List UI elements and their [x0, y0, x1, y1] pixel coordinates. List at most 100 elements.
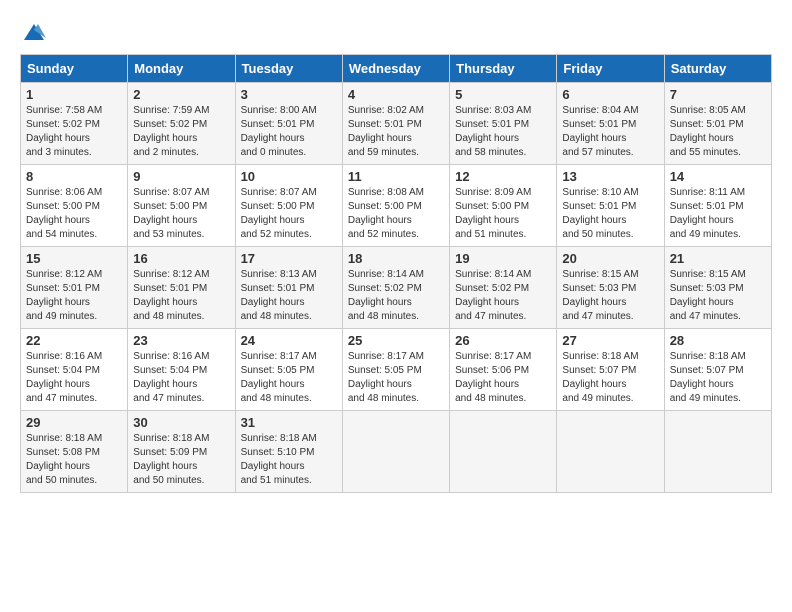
day-info: Sunrise: 8:04 AMSunset: 5:01 PMDaylight … — [562, 104, 658, 160]
day-number: 30 — [133, 415, 229, 430]
calendar-week-row: 15 Sunrise: 8:12 AMSunset: 5:01 PMDaylig… — [21, 247, 772, 329]
calendar-cell: 1 Sunrise: 7:58 AMSunset: 5:02 PMDayligh… — [21, 83, 128, 165]
calendar-cell: 26 Sunrise: 8:17 AMSunset: 5:06 PMDaylig… — [450, 329, 557, 411]
calendar-cell: 7 Sunrise: 8:05 AMSunset: 5:01 PMDayligh… — [664, 83, 771, 165]
day-number: 4 — [348, 87, 444, 102]
day-info: Sunrise: 8:16 AMSunset: 5:04 PMDaylight … — [26, 350, 122, 406]
day-number: 2 — [133, 87, 229, 102]
calendar-cell — [557, 411, 664, 493]
day-info: Sunrise: 8:09 AMSunset: 5:00 PMDaylight … — [455, 186, 551, 242]
day-number: 19 — [455, 251, 551, 266]
calendar-cell: 9 Sunrise: 8:07 AMSunset: 5:00 PMDayligh… — [128, 165, 235, 247]
day-info: Sunrise: 8:16 AMSunset: 5:04 PMDaylight … — [133, 350, 229, 406]
day-number: 24 — [241, 333, 337, 348]
day-number: 9 — [133, 169, 229, 184]
calendar-cell: 17 Sunrise: 8:13 AMSunset: 5:01 PMDaylig… — [235, 247, 342, 329]
day-info: Sunrise: 8:11 AMSunset: 5:01 PMDaylight … — [670, 186, 766, 242]
calendar-cell: 19 Sunrise: 8:14 AMSunset: 5:02 PMDaylig… — [450, 247, 557, 329]
day-info: Sunrise: 8:12 AMSunset: 5:01 PMDaylight … — [26, 268, 122, 324]
day-info: Sunrise: 8:14 AMSunset: 5:02 PMDaylight … — [455, 268, 551, 324]
day-number: 8 — [26, 169, 122, 184]
calendar-week-row: 1 Sunrise: 7:58 AMSunset: 5:02 PMDayligh… — [21, 83, 772, 165]
calendar-cell: 15 Sunrise: 8:12 AMSunset: 5:01 PMDaylig… — [21, 247, 128, 329]
day-number: 5 — [455, 87, 551, 102]
day-info: Sunrise: 7:59 AMSunset: 5:02 PMDaylight … — [133, 104, 229, 160]
calendar-cell: 24 Sunrise: 8:17 AMSunset: 5:05 PMDaylig… — [235, 329, 342, 411]
col-header-monday: Monday — [128, 55, 235, 83]
calendar-cell: 29 Sunrise: 8:18 AMSunset: 5:08 PMDaylig… — [21, 411, 128, 493]
day-info: Sunrise: 8:18 AMSunset: 5:07 PMDaylight … — [670, 350, 766, 406]
calendar-cell: 8 Sunrise: 8:06 AMSunset: 5:00 PMDayligh… — [21, 165, 128, 247]
day-number: 26 — [455, 333, 551, 348]
calendar-cell: 25 Sunrise: 8:17 AMSunset: 5:05 PMDaylig… — [342, 329, 449, 411]
day-number: 31 — [241, 415, 337, 430]
calendar-cell: 13 Sunrise: 8:10 AMSunset: 5:01 PMDaylig… — [557, 165, 664, 247]
day-info: Sunrise: 8:02 AMSunset: 5:01 PMDaylight … — [348, 104, 444, 160]
day-number: 10 — [241, 169, 337, 184]
day-number: 23 — [133, 333, 229, 348]
day-number: 16 — [133, 251, 229, 266]
calendar-cell: 18 Sunrise: 8:14 AMSunset: 5:02 PMDaylig… — [342, 247, 449, 329]
calendar-cell: 21 Sunrise: 8:15 AMSunset: 5:03 PMDaylig… — [664, 247, 771, 329]
day-info: Sunrise: 8:08 AMSunset: 5:00 PMDaylight … — [348, 186, 444, 242]
day-number: 11 — [348, 169, 444, 184]
col-header-wednesday: Wednesday — [342, 55, 449, 83]
day-info: Sunrise: 8:17 AMSunset: 5:05 PMDaylight … — [348, 350, 444, 406]
day-number: 7 — [670, 87, 766, 102]
calendar-cell — [342, 411, 449, 493]
col-header-sunday: Sunday — [21, 55, 128, 83]
calendar-cell: 20 Sunrise: 8:15 AMSunset: 5:03 PMDaylig… — [557, 247, 664, 329]
day-info: Sunrise: 8:15 AMSunset: 5:03 PMDaylight … — [562, 268, 658, 324]
day-info: Sunrise: 8:03 AMSunset: 5:01 PMDaylight … — [455, 104, 551, 160]
day-number: 22 — [26, 333, 122, 348]
day-info: Sunrise: 8:06 AMSunset: 5:00 PMDaylight … — [26, 186, 122, 242]
day-info: Sunrise: 8:10 AMSunset: 5:01 PMDaylight … — [562, 186, 658, 242]
calendar-cell: 5 Sunrise: 8:03 AMSunset: 5:01 PMDayligh… — [450, 83, 557, 165]
day-number: 18 — [348, 251, 444, 266]
day-info: Sunrise: 8:05 AMSunset: 5:01 PMDaylight … — [670, 104, 766, 160]
day-number: 25 — [348, 333, 444, 348]
calendar-header-row: SundayMondayTuesdayWednesdayThursdayFrid… — [21, 55, 772, 83]
day-number: 21 — [670, 251, 766, 266]
calendar-cell: 27 Sunrise: 8:18 AMSunset: 5:07 PMDaylig… — [557, 329, 664, 411]
day-number: 13 — [562, 169, 658, 184]
col-header-saturday: Saturday — [664, 55, 771, 83]
calendar-cell: 30 Sunrise: 8:18 AMSunset: 5:09 PMDaylig… — [128, 411, 235, 493]
calendar-cell: 23 Sunrise: 8:16 AMSunset: 5:04 PMDaylig… — [128, 329, 235, 411]
day-number: 29 — [26, 415, 122, 430]
col-header-friday: Friday — [557, 55, 664, 83]
calendar-cell: 31 Sunrise: 8:18 AMSunset: 5:10 PMDaylig… — [235, 411, 342, 493]
day-info: Sunrise: 8:07 AMSunset: 5:00 PMDaylight … — [133, 186, 229, 242]
calendar-cell: 3 Sunrise: 8:00 AMSunset: 5:01 PMDayligh… — [235, 83, 342, 165]
calendar-table: SundayMondayTuesdayWednesdayThursdayFrid… — [20, 54, 772, 493]
calendar-cell: 6 Sunrise: 8:04 AMSunset: 5:01 PMDayligh… — [557, 83, 664, 165]
day-number: 6 — [562, 87, 658, 102]
day-info: Sunrise: 8:17 AMSunset: 5:06 PMDaylight … — [455, 350, 551, 406]
day-info: Sunrise: 8:07 AMSunset: 5:00 PMDaylight … — [241, 186, 337, 242]
logo-icon — [22, 20, 46, 44]
day-number: 15 — [26, 251, 122, 266]
day-info: Sunrise: 8:13 AMSunset: 5:01 PMDaylight … — [241, 268, 337, 324]
calendar-cell: 28 Sunrise: 8:18 AMSunset: 5:07 PMDaylig… — [664, 329, 771, 411]
day-number: 17 — [241, 251, 337, 266]
calendar-cell: 22 Sunrise: 8:16 AMSunset: 5:04 PMDaylig… — [21, 329, 128, 411]
day-info: Sunrise: 7:58 AMSunset: 5:02 PMDaylight … — [26, 104, 122, 160]
day-number: 3 — [241, 87, 337, 102]
day-info: Sunrise: 8:18 AMSunset: 5:10 PMDaylight … — [241, 432, 337, 488]
day-info: Sunrise: 8:15 AMSunset: 5:03 PMDaylight … — [670, 268, 766, 324]
calendar-cell: 2 Sunrise: 7:59 AMSunset: 5:02 PMDayligh… — [128, 83, 235, 165]
calendar-week-row: 29 Sunrise: 8:18 AMSunset: 5:08 PMDaylig… — [21, 411, 772, 493]
logo — [20, 20, 46, 44]
day-info: Sunrise: 8:18 AMSunset: 5:08 PMDaylight … — [26, 432, 122, 488]
day-info: Sunrise: 8:18 AMSunset: 5:07 PMDaylight … — [562, 350, 658, 406]
calendar-week-row: 22 Sunrise: 8:16 AMSunset: 5:04 PMDaylig… — [21, 329, 772, 411]
day-number: 14 — [670, 169, 766, 184]
calendar-cell — [664, 411, 771, 493]
col-header-tuesday: Tuesday — [235, 55, 342, 83]
day-number: 20 — [562, 251, 658, 266]
calendar-cell — [450, 411, 557, 493]
day-number: 1 — [26, 87, 122, 102]
day-number: 27 — [562, 333, 658, 348]
day-number: 28 — [670, 333, 766, 348]
day-info: Sunrise: 8:12 AMSunset: 5:01 PMDaylight … — [133, 268, 229, 324]
